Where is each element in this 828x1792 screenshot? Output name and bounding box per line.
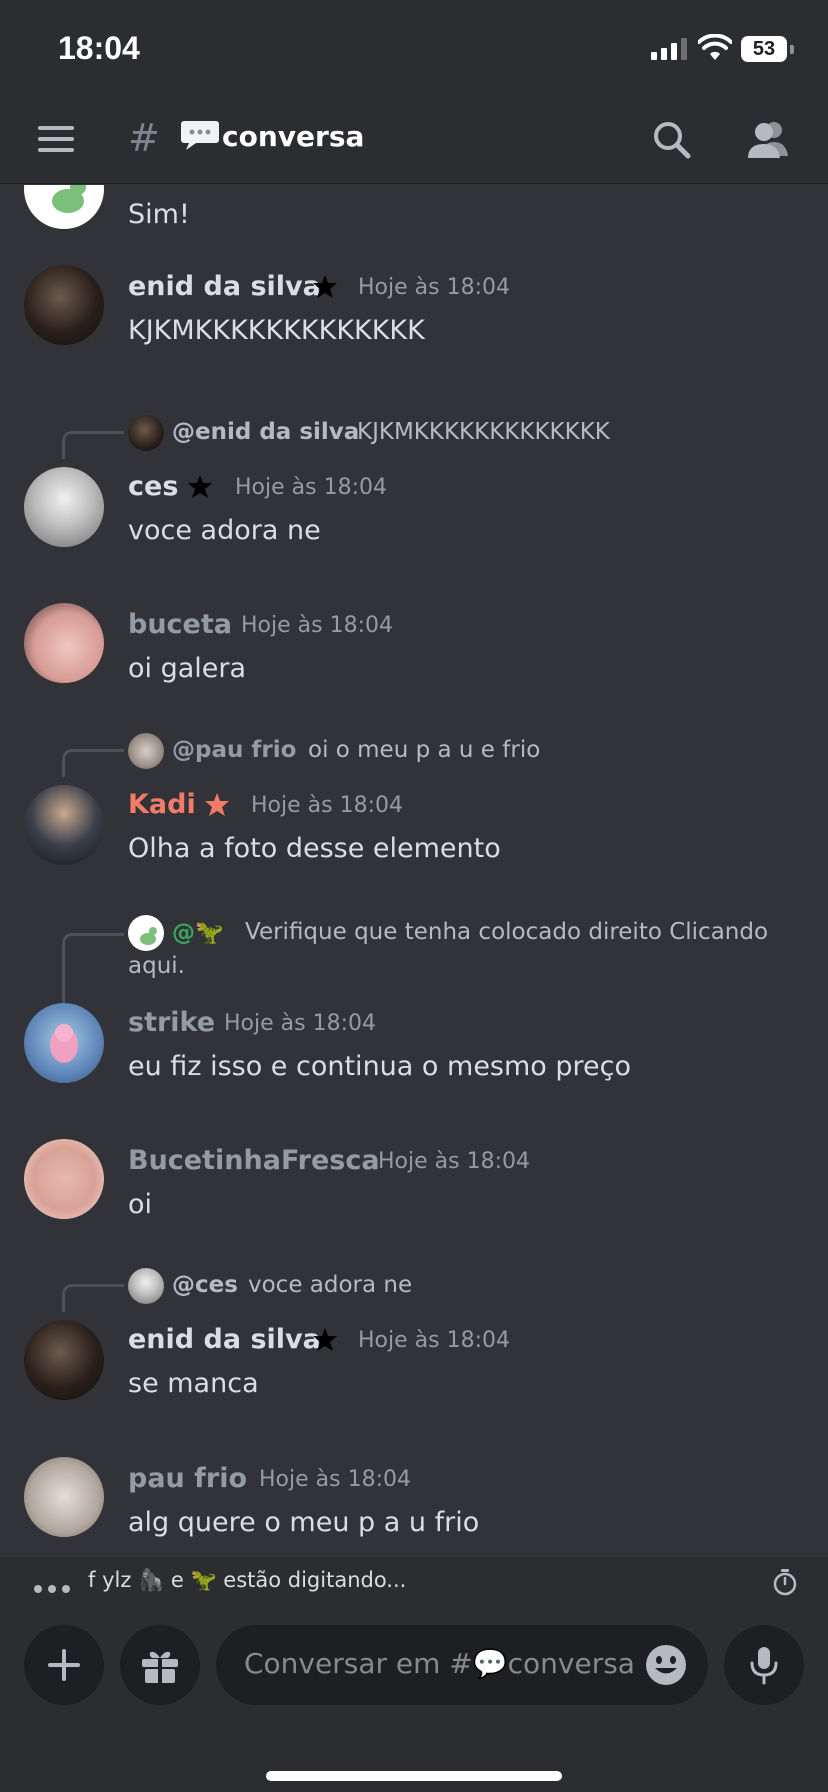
reply-avatar [128, 415, 164, 451]
username[interactable]: enid da silva [128, 271, 321, 302]
username[interactable]: strike [128, 1007, 215, 1038]
crown-badge-icon [313, 1328, 337, 1351]
avatar[interactable] [24, 185, 104, 229]
clock: 18:04 [58, 30, 140, 66]
username[interactable]: enid da silva [128, 1324, 321, 1355]
message-input-placeholder: Conversar em #💬conversa [244, 1647, 635, 1680]
timestamp: Hoje às 18:04 [378, 1149, 530, 1174]
message-content: eu fiz isso e continua o mesmo preço [128, 1051, 632, 1082]
avatar[interactable] [24, 1003, 104, 1083]
avatar[interactable] [24, 603, 104, 683]
channel-name: conversa [222, 120, 365, 153]
reply-mention[interactable]: @🦖 [172, 919, 224, 946]
message-input[interactable]: Conversar em #💬conversa [216, 1625, 708, 1705]
search-icon[interactable] [650, 118, 694, 162]
typing-dots-icon [34, 1578, 76, 1597]
username[interactable]: BucetinhaFresca [128, 1145, 380, 1176]
composer: Conversar em #💬conversa [0, 1607, 828, 1792]
reply-avatar [128, 915, 164, 951]
reply-connector [62, 1284, 124, 1312]
reply-preview[interactable]: voce adora ne [248, 1272, 412, 1298]
channel-hash: # [128, 116, 160, 160]
message-content: voce adora ne [128, 515, 321, 546]
avatar[interactable] [24, 467, 104, 547]
message-list[interactable]: Sim! enid da silva Hoje às 18:04 KJKMKKK… [0, 185, 828, 1557]
username[interactable]: buceta [128, 609, 232, 640]
reply-mention[interactable]: @ces [172, 1272, 238, 1298]
typing-text: f ylz 🦍 e 🦖 estão digitando... [88, 1568, 407, 1592]
reply-connector [62, 749, 124, 777]
speech-bubble-icon [181, 121, 219, 150]
mic-icon [750, 1647, 778, 1685]
add-attachment-button[interactable] [24, 1625, 104, 1705]
hamburger-icon[interactable] [38, 124, 74, 154]
message-content: Olha a foto desse elemento [128, 833, 501, 864]
avatar[interactable] [24, 1457, 104, 1537]
timer-icon[interactable] [772, 1568, 798, 1596]
emoji-icon[interactable] [644, 1643, 688, 1687]
message-content: oi [128, 1189, 153, 1220]
avatar[interactable] [24, 785, 104, 865]
status-bar: 18:04 53 [0, 0, 828, 96]
typing-indicator: f ylz 🦍 e 🦖 estão digitando... [0, 1557, 828, 1607]
crown-badge-icon [205, 793, 229, 816]
timestamp: Hoje às 18:04 [259, 1467, 411, 1492]
message-content: Sim! [128, 199, 190, 230]
timestamp: Hoje às 18:04 [235, 475, 387, 500]
avatar[interactable] [24, 1139, 104, 1219]
wifi-icon [698, 34, 732, 60]
message-content: oi galera [128, 653, 247, 684]
reply-connector [62, 933, 124, 1005]
username[interactable]: pau frio [128, 1463, 247, 1494]
crown-badge-icon [313, 275, 337, 298]
gift-button[interactable] [120, 1625, 200, 1705]
gift-icon [142, 1651, 178, 1683]
reply-preview[interactable]: Verifique que tenha colocado direito Cli… [245, 919, 768, 945]
channel-header: # conversa [0, 96, 828, 184]
home-indicator[interactable] [266, 1771, 562, 1781]
battery-indicator: 53 [741, 36, 787, 62]
reply-connector [62, 431, 124, 459]
timestamp: Hoje às 18:04 [358, 275, 510, 300]
reply-preview[interactable]: KJKMKKKKKKKKKKKKK [357, 419, 610, 445]
members-icon[interactable] [744, 118, 792, 162]
timestamp: Hoje às 18:04 [358, 1328, 510, 1353]
battery-nub [790, 45, 794, 54]
reply-avatar [128, 733, 164, 769]
reply-preview[interactable]: oi o meu p a u e frio [308, 737, 540, 763]
message-content: alg quere o meu p a u frio [128, 1507, 480, 1538]
crown-badge-icon [188, 475, 212, 498]
avatar[interactable] [24, 1320, 104, 1400]
username[interactable]: ces [128, 471, 178, 502]
reply-preview-wrap[interactable]: aqui. [128, 953, 185, 979]
avatar[interactable] [24, 265, 104, 345]
voice-message-button[interactable] [724, 1625, 804, 1705]
timestamp: Hoje às 18:04 [224, 1011, 376, 1036]
timestamp: Hoje às 18:04 [241, 613, 393, 638]
username[interactable]: Kadi [128, 789, 196, 820]
message-content: KJKMKKKKKKKKKKKKK [128, 315, 425, 346]
signal-icon [651, 38, 687, 60]
message-content: se manca [128, 1368, 259, 1399]
timestamp: Hoje às 18:04 [251, 793, 403, 818]
reply-avatar [128, 1268, 164, 1304]
reply-mention[interactable]: @pau frio [172, 737, 296, 763]
plus-icon [48, 1649, 80, 1681]
reply-mention[interactable]: @enid da silva [172, 419, 359, 445]
